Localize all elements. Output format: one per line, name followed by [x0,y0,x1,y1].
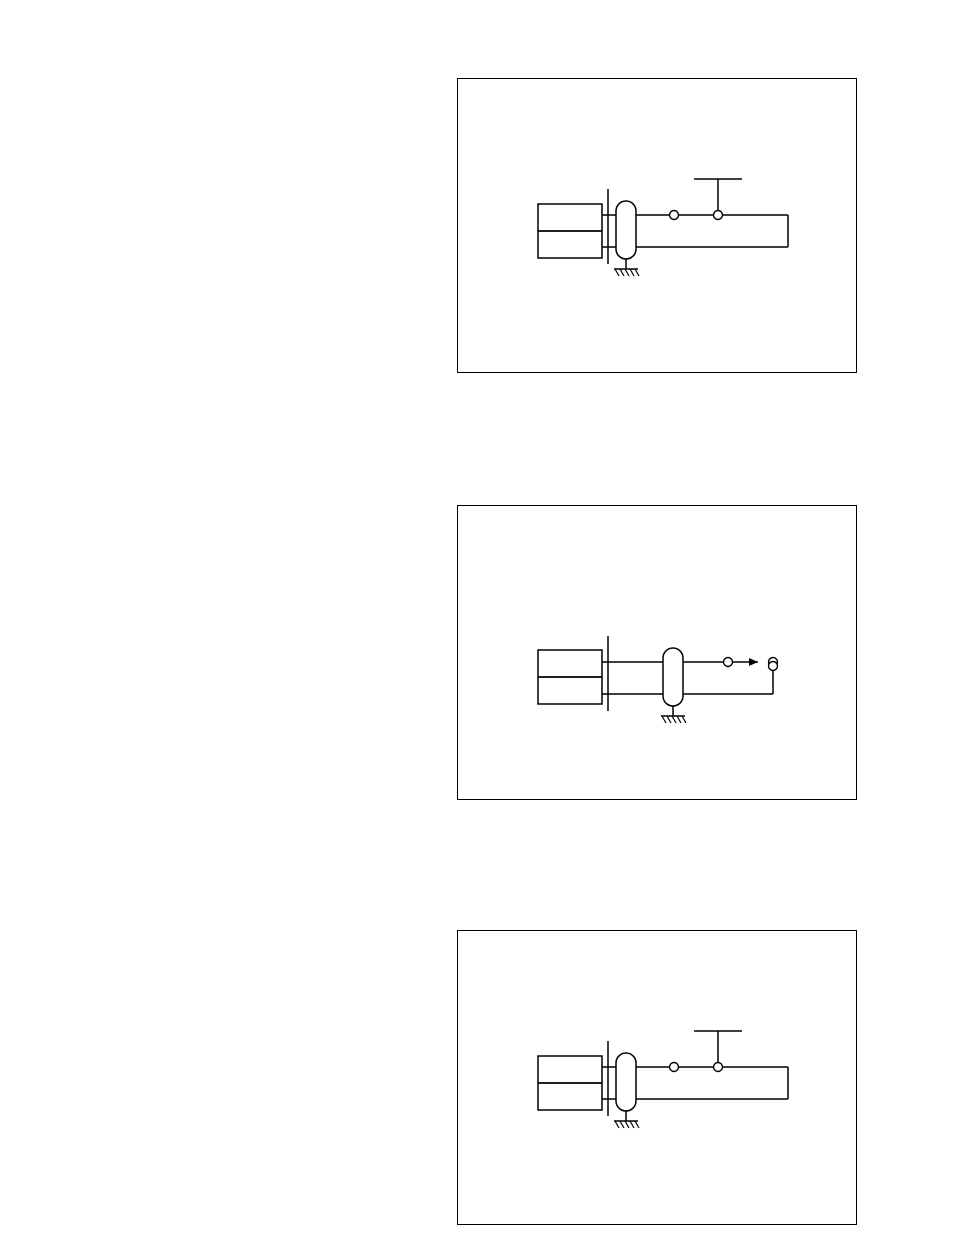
ground-hatch [630,1121,634,1128]
filter-block-bottom [538,1083,602,1110]
ground-hatch [625,1121,629,1128]
ground-hatch [615,1121,619,1128]
circuit-panel-b [457,505,857,800]
circuit-panel-a [457,78,857,373]
circuit-diagram-a [458,79,858,374]
node-icon [670,211,679,220]
circuit-diagram-c [458,931,858,1226]
node-icon [714,1063,723,1072]
node-icon [670,1063,679,1072]
output-terminal-bottom [769,662,778,671]
filter-block-top [538,204,602,231]
filter-block-top [538,1056,602,1083]
ground-hatch [635,1121,639,1128]
ground-hatch [615,269,619,276]
circuit-diagram-b-overlay [458,506,858,801]
filter-block-bottom [538,231,602,258]
ground-hatch [630,269,634,276]
ground-hatch [620,269,624,276]
balun-oblong [616,201,636,259]
ground-hatch [620,1121,624,1128]
ground-hatch [625,269,629,276]
ground-hatch [635,269,639,276]
node-icon [714,211,723,220]
page [0,0,954,1235]
balun-oblong [616,1053,636,1111]
circuit-panel-c [457,930,857,1225]
